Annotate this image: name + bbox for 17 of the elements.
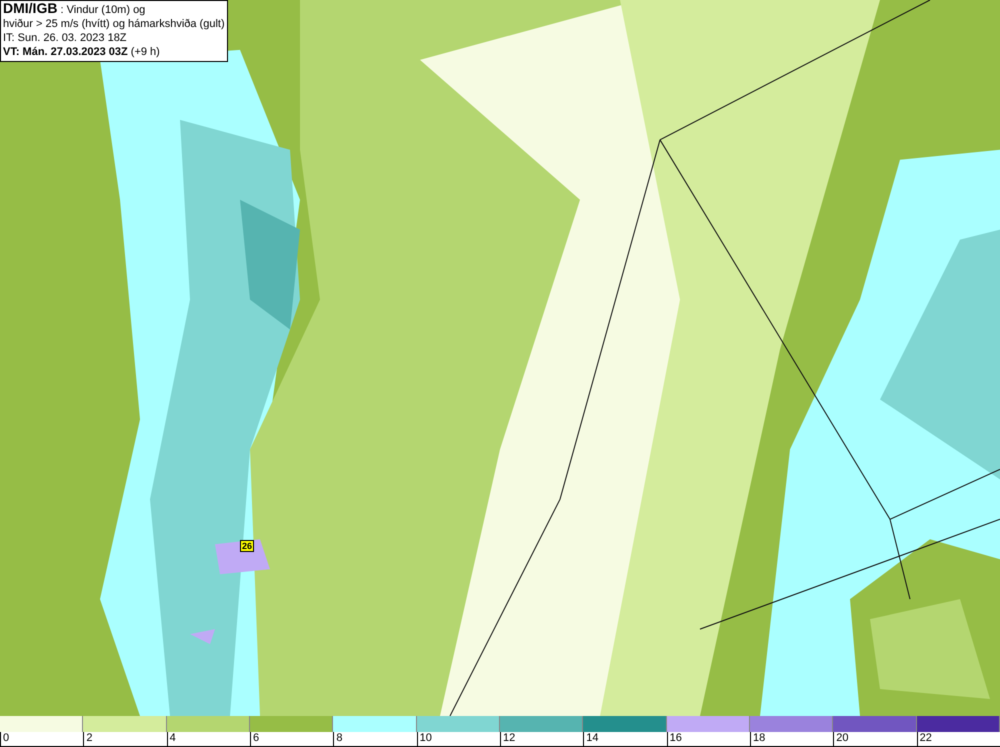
legend-tick-label: 14 bbox=[585, 732, 599, 745]
legend-tick-label: 8 bbox=[335, 732, 342, 745]
issue-time: IT: Sun. 26. 03. 2023 18Z bbox=[3, 31, 128, 45]
map-title: DMI/IGB : Vindur (10m) og bbox=[3, 1, 146, 17]
legend-tick-label: 4 bbox=[168, 732, 176, 745]
legend-tick-label: 2 bbox=[85, 732, 92, 745]
valid-time: VT: Mán. 27.03.2023 03Z (+9 h) bbox=[3, 45, 161, 59]
legend-tick-label: 22 bbox=[918, 732, 932, 745]
legend-tick-label: 6 bbox=[252, 732, 260, 745]
legend-tick-label: 10 bbox=[418, 732, 432, 745]
legend-tick-label: 12 bbox=[502, 732, 516, 745]
legend-tick-label: 0 bbox=[2, 732, 10, 745]
legend-tick-label: 20 bbox=[835, 732, 849, 745]
gust-label: 26 bbox=[240, 540, 254, 552]
legend-tick-label: 18 bbox=[752, 732, 766, 745]
map-subtitle: hviður > 25 m/s (hvítt) og hámarkshviða (gult) bbox=[3, 17, 225, 31]
legend-tick-label: 16 bbox=[668, 732, 682, 745]
